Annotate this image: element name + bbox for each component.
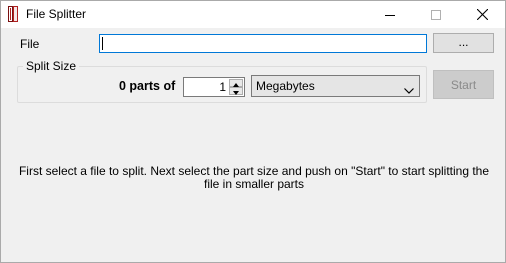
maximize-icon: [431, 9, 441, 20]
spinner-down-button[interactable]: [229, 87, 243, 95]
chevron-down-icon: [404, 83, 414, 97]
instructions-text: First select a file to split. Next selec…: [18, 164, 490, 191]
start-button[interactable]: Start: [433, 70, 494, 99]
browse-button[interactable]: ...: [433, 33, 494, 53]
minimize-icon: [385, 10, 395, 20]
spinner-value[interactable]: 1: [219, 80, 226, 94]
title-bar[interactable]: File Splitter: [1, 1, 505, 28]
part-size-spinner[interactable]: 1: [183, 77, 245, 97]
unit-selected-value: Megabytes: [256, 79, 315, 93]
split-size-legend: Split Size: [23, 59, 80, 73]
maximize-button[interactable]: [413, 1, 459, 28]
arrow-down-icon: [233, 84, 239, 98]
text-caret: [102, 37, 103, 50]
close-button[interactable]: [459, 1, 505, 28]
parts-count-label: 0 parts of: [119, 79, 176, 93]
app-window: File Splitter File ... Split Size 0 part…: [0, 0, 506, 263]
close-icon: [476, 9, 488, 20]
app-book-icon: [8, 6, 20, 22]
minimize-button[interactable]: [367, 1, 413, 28]
file-label: File: [20, 37, 40, 51]
unit-dropdown[interactable]: Megabytes: [251, 75, 420, 97]
file-path-input[interactable]: [99, 34, 427, 53]
window-title: File Splitter: [26, 7, 87, 21]
